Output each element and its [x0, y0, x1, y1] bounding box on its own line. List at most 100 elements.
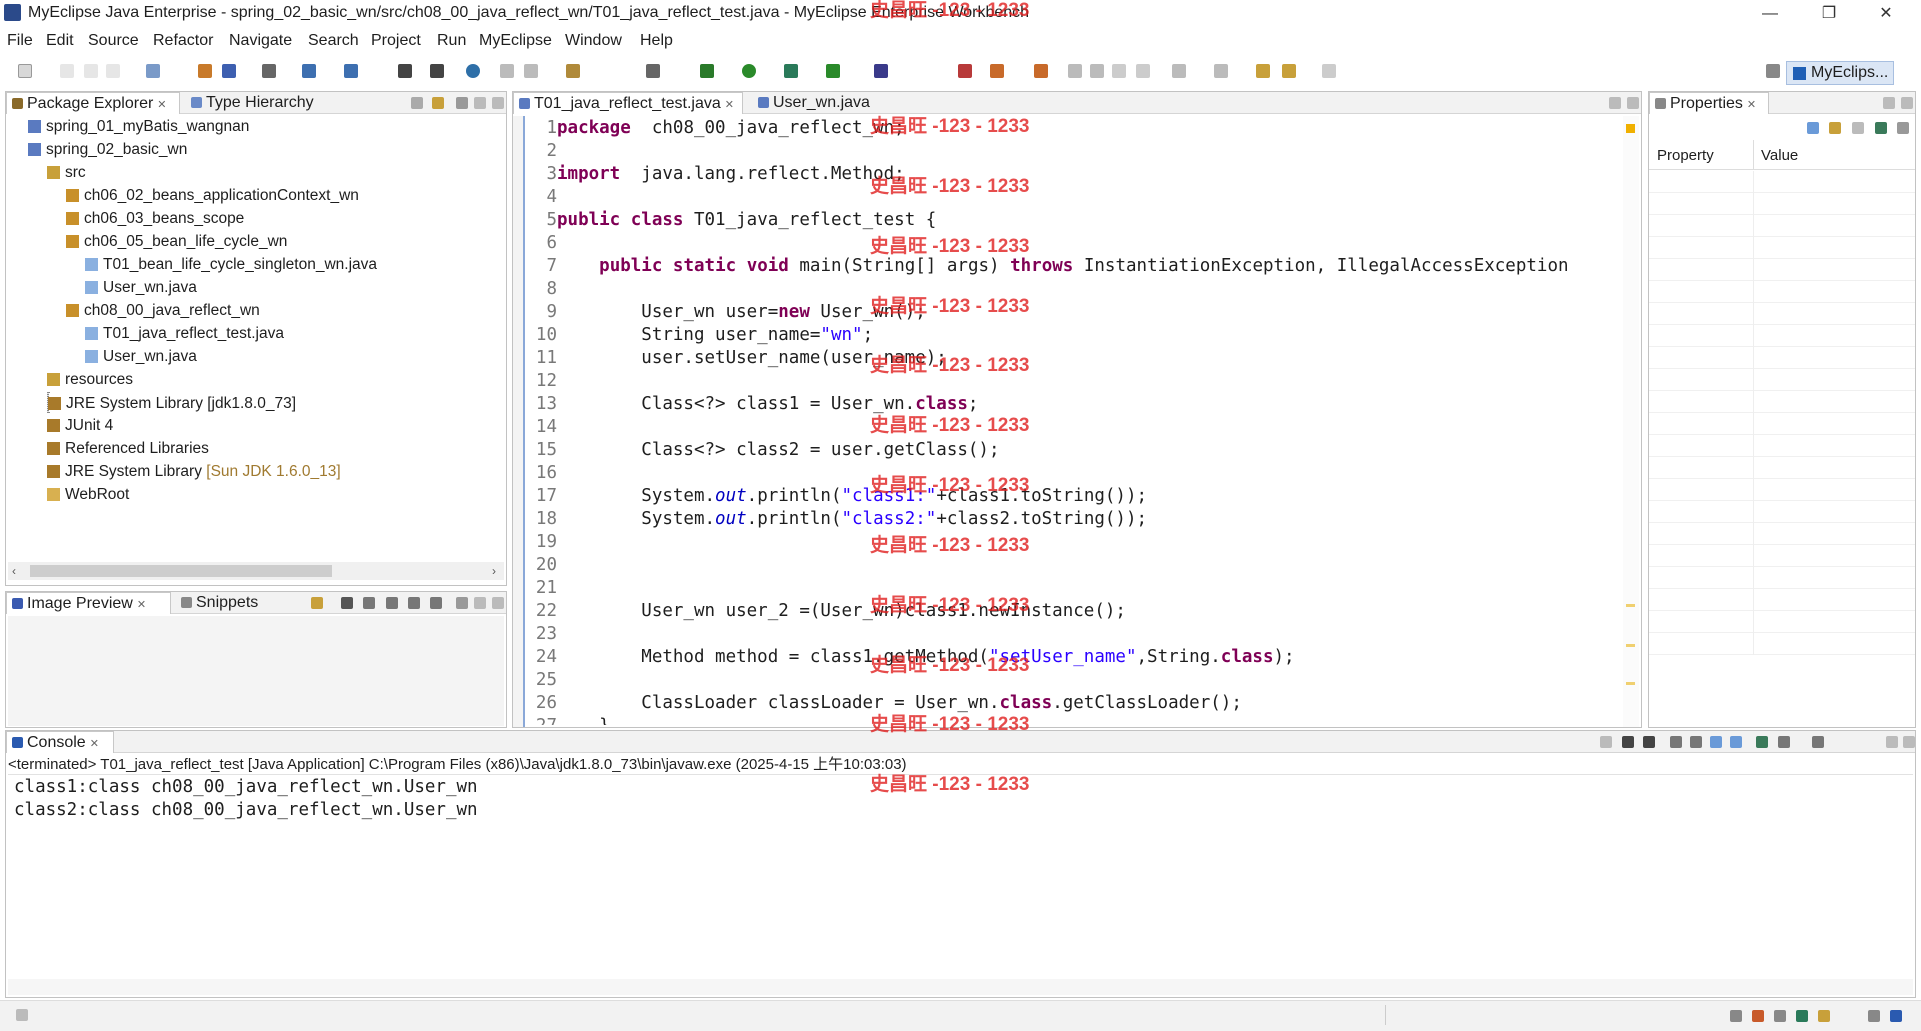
minimize-view-icon[interactable]	[1883, 97, 1895, 109]
code-line[interactable]: Class<?> class2 = user.getClass();	[557, 439, 999, 462]
menu-window[interactable]: Window	[565, 32, 622, 50]
property-column-header[interactable]: Property	[1657, 147, 1714, 164]
maximize-view-icon[interactable]	[1627, 97, 1639, 109]
advanced-icon[interactable]	[1852, 122, 1864, 134]
tasks-icon[interactable]	[1774, 1010, 1786, 1022]
edit-icon[interactable]	[500, 64, 514, 78]
tab-package-explorer[interactable]: Package Explorer ✕	[6, 92, 180, 114]
pin-icon[interactable]	[1068, 64, 1082, 78]
forward-icon[interactable]	[1322, 64, 1336, 78]
print-icon[interactable]	[106, 64, 120, 78]
close-button[interactable]: ✕	[1863, 0, 1909, 28]
maximize-view-icon[interactable]	[492, 597, 504, 609]
code-line[interactable]: public class T01_java_reflect_test {	[557, 209, 936, 232]
show-stderr-icon[interactable]	[1730, 736, 1742, 748]
tab-snippets[interactable]: Snippets	[176, 592, 276, 614]
fullscreen-icon[interactable]	[430, 597, 442, 609]
clear-console-icon[interactable]	[1670, 736, 1682, 748]
code-line[interactable]: User_wn user=new User_wn();	[557, 301, 926, 324]
filter-icon[interactable]	[1829, 122, 1841, 134]
tab-user-wn[interactable]: User_wn.java	[753, 92, 883, 114]
horizontal-scrollbar[interactable]: ‹ ›	[8, 562, 504, 580]
code-area[interactable]: 1 package ch08_00_java_reflect_wn; 2 3 impor…	[527, 117, 1619, 725]
code-line[interactable]: User_wn user_2 =(User_wn)class1.newInsta…	[557, 600, 1126, 623]
console-horizontal-scrollbar[interactable]	[8, 979, 1913, 995]
web-browser-icon[interactable]	[398, 64, 412, 78]
menu-project[interactable]: Project	[371, 32, 421, 50]
console-status-icon[interactable]	[1890, 1010, 1902, 1022]
minimize-view-icon[interactable]	[1886, 736, 1898, 748]
open-console-icon[interactable]	[1812, 736, 1824, 748]
close-icon[interactable]: ✕	[157, 99, 166, 111]
servers-icon[interactable]	[1796, 1010, 1808, 1022]
close-icon[interactable]: ✕	[137, 599, 146, 611]
globe-icon[interactable]	[466, 64, 480, 78]
fit-icon[interactable]	[341, 597, 353, 609]
code-line[interactable]: System.out.println("class1:"+class1.toSt…	[557, 485, 1147, 508]
close-icon[interactable]: ✕	[725, 99, 734, 111]
debug-icon[interactable]	[700, 64, 714, 78]
format-icon[interactable]	[1136, 64, 1150, 78]
menu-file[interactable]: File	[7, 32, 33, 50]
restore-default-icon[interactable]	[1875, 122, 1887, 134]
java-ee-icon[interactable]	[958, 64, 972, 78]
menu-myeclipse[interactable]: MyEclipse	[479, 32, 552, 50]
tab-properties[interactable]: Properties ✕	[1649, 92, 1769, 114]
show-stdout-icon[interactable]	[1710, 736, 1722, 748]
console-output[interactable]: class1:class ch08_00_java_reflect_wn.Use…	[6, 776, 1896, 976]
package-icon[interactable]	[566, 64, 580, 78]
code-line[interactable]: ClassLoader classLoader = User_wn.class.…	[557, 692, 1242, 715]
view-menu-icon[interactable]	[456, 97, 468, 109]
next-annotation-icon[interactable]	[1172, 64, 1186, 78]
toggle-icon[interactable]	[1112, 64, 1126, 78]
open-task-icon[interactable]	[874, 64, 888, 78]
view-menu-icon[interactable]	[456, 597, 468, 609]
close-icon[interactable]: ✕	[90, 738, 99, 750]
code-line[interactable]: user.setUser_name(user_name);	[557, 347, 947, 370]
refresh-icon[interactable]	[311, 597, 323, 609]
code-line[interactable]: Class<?> class1 = User_wn.class;	[557, 393, 978, 416]
search-icon[interactable]	[344, 64, 358, 78]
menu-source[interactable]: Source	[88, 32, 139, 50]
maximize-view-icon[interactable]	[1901, 97, 1913, 109]
value-column-header[interactable]: Value	[1761, 147, 1798, 164]
categories-icon[interactable]	[1807, 122, 1819, 134]
code-line[interactable]: String user_name="wn";	[557, 324, 873, 347]
scroll-left-icon[interactable]: ‹	[12, 564, 16, 578]
minimize-view-icon[interactable]	[474, 97, 486, 109]
back-icon[interactable]	[1282, 64, 1296, 78]
perspective-myeclipse[interactable]: MyEclips...	[1786, 61, 1894, 85]
view-menu-icon[interactable]	[1897, 122, 1909, 134]
menu-run[interactable]: Run	[437, 32, 466, 50]
maximize-view-icon[interactable]	[492, 97, 504, 109]
external-tools-icon[interactable]	[826, 64, 840, 78]
collapse-all-icon[interactable]	[411, 97, 423, 109]
scrollbar-thumb[interactable]	[30, 565, 332, 577]
zoom-out-icon[interactable]	[363, 597, 375, 609]
new-icon[interactable]	[18, 64, 32, 78]
scroll-lock-icon[interactable]	[1690, 736, 1702, 748]
warning-marker-icon[interactable]	[1626, 604, 1635, 607]
menu-refactor[interactable]: Refactor	[153, 32, 213, 50]
db-icon[interactable]	[262, 64, 276, 78]
pen-icon[interactable]	[1090, 64, 1104, 78]
server-icon[interactable]	[222, 64, 236, 78]
tab-t01-java-reflect-test[interactable]: T01_java_reflect_test.java ✕	[513, 92, 743, 114]
run-icon[interactable]	[742, 64, 756, 78]
prev-annotation-icon[interactable]	[1214, 64, 1228, 78]
terminate-icon[interactable]	[1600, 736, 1612, 748]
menu-edit[interactable]: Edit	[46, 32, 74, 50]
remove-launch-icon[interactable]	[1622, 736, 1634, 748]
menu-help[interactable]: Help	[640, 32, 673, 50]
last-edit-icon[interactable]	[1256, 64, 1270, 78]
restore-panel-icon[interactable]	[1868, 1010, 1880, 1022]
coverage-icon[interactable]	[784, 64, 798, 78]
tab-image-preview[interactable]: Image Preview ✕	[6, 592, 171, 614]
minimize-view-icon[interactable]	[474, 597, 486, 609]
error-log-icon[interactable]	[1752, 1010, 1764, 1022]
menu-search[interactable]: Search	[308, 32, 359, 50]
screen-icon[interactable]	[646, 64, 660, 78]
menu-navigate[interactable]: Navigate	[229, 32, 292, 50]
tree-item[interactable]: JRE System Library [jdk1.8.0_73]	[47, 392, 296, 413]
tab-console[interactable]: Console ✕	[6, 731, 114, 753]
